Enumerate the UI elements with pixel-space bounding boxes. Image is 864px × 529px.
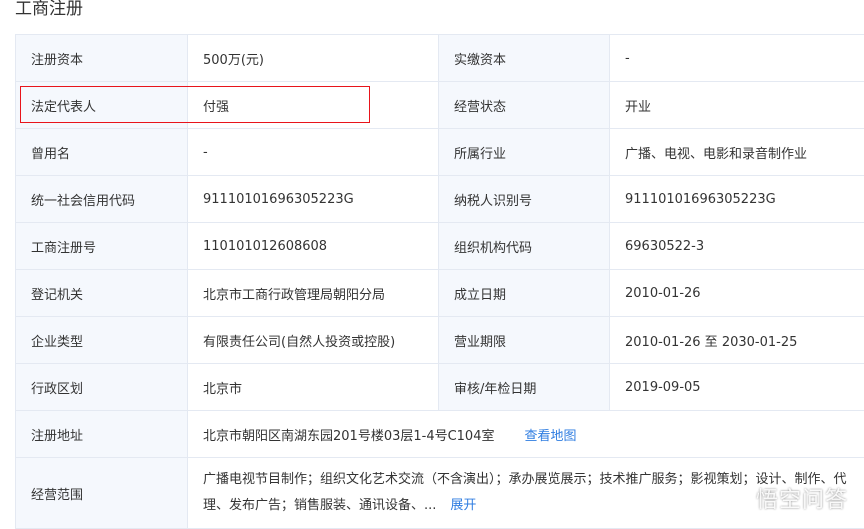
scope-value: 广播电视节目制作；组织文化艺术交流（不含演出）；承办展览展示；技术推广服务；影视… — [203, 472, 847, 513]
field-value: 110101012608608 — [188, 223, 439, 270]
table-row: 工商注册号110101012608608组织机构代码69630522-3 — [16, 223, 864, 270]
field-label: 经营状态 — [439, 82, 610, 129]
field-label: 曾用名 — [16, 129, 188, 176]
field-value: 91110101696305223G — [188, 176, 439, 223]
table-row: 曾用名-所属行业广播、电视、电影和录音制作业 — [16, 129, 864, 176]
field-value: 91110101696305223G — [610, 176, 864, 223]
field-value: 广播、电视、电影和录音制作业 — [610, 129, 864, 176]
field-label: 所属行业 — [439, 129, 610, 176]
view-map-link[interactable]: 查看地图 — [524, 429, 576, 444]
field-label: 注册资本 — [16, 35, 188, 82]
field-label: 登记机关 — [16, 270, 188, 317]
field-value: 开业 — [610, 82, 864, 129]
table-row-scope: 经营范围 广播电视节目制作；组织文化艺术交流（不含演出）；承办展览展示；技术推广… — [16, 458, 864, 529]
table-row: 登记机关北京市工商行政管理局朝阳分局成立日期2010-01-26 — [16, 270, 864, 317]
field-value: 付强 — [188, 82, 439, 129]
field-label: 营业期限 — [439, 317, 610, 364]
field-value: 北京市 — [188, 364, 439, 411]
watermark: 悟空问答 — [756, 482, 848, 514]
field-label: 法定代表人 — [16, 82, 188, 129]
field-label: 企业类型 — [16, 317, 188, 364]
expand-link[interactable]: 展开 — [450, 498, 476, 513]
field-label: 审核/年检日期 — [439, 364, 610, 411]
field-label: 实缴资本 — [439, 35, 610, 82]
section-title: 工商注册 — [15, 0, 83, 19]
field-value: - — [610, 35, 864, 82]
field-value: 2010-01-26 至 2030-01-25 — [610, 317, 864, 364]
field-label: 纳税人识别号 — [439, 176, 610, 223]
field-value: 有限责任公司(自然人投资或控股) — [188, 317, 439, 364]
table-row-address: 注册地址 北京市朝阳区南湖东园201号楼03层1-4号C104室 查看地图 — [16, 411, 864, 458]
field-label: 行政区划 — [16, 364, 188, 411]
address-label: 注册地址 — [16, 411, 188, 458]
field-value: 北京市工商行政管理局朝阳分局 — [188, 270, 439, 317]
field-value: 69630522-3 — [610, 223, 864, 270]
field-label: 成立日期 — [439, 270, 610, 317]
scope-label: 经营范围 — [16, 458, 188, 529]
field-value: 500万(元) — [188, 35, 439, 82]
table-row: 法定代表人付强经营状态开业 — [16, 82, 864, 129]
table-row: 统一社会信用代码91110101696305223G纳税人识别号91110101… — [16, 176, 864, 223]
field-label: 统一社会信用代码 — [16, 176, 188, 223]
business-registration-table: 注册资本500万(元)实缴资本-法定代表人付强经营状态开业曾用名-所属行业广播、… — [15, 34, 864, 529]
table-row: 企业类型有限责任公司(自然人投资或控股)营业期限2010-01-26 至 203… — [16, 317, 864, 364]
table-row: 行政区划北京市审核/年检日期2019-09-05 — [16, 364, 864, 411]
address-value: 北京市朝阳区南湖东园201号楼03层1-4号C104室 — [203, 429, 494, 444]
field-value: 2019-09-05 — [610, 364, 864, 411]
field-value: - — [188, 129, 439, 176]
table-row: 注册资本500万(元)实缴资本- — [16, 35, 864, 82]
field-label: 组织机构代码 — [439, 223, 610, 270]
field-value: 2010-01-26 — [610, 270, 864, 317]
field-label: 工商注册号 — [16, 223, 188, 270]
